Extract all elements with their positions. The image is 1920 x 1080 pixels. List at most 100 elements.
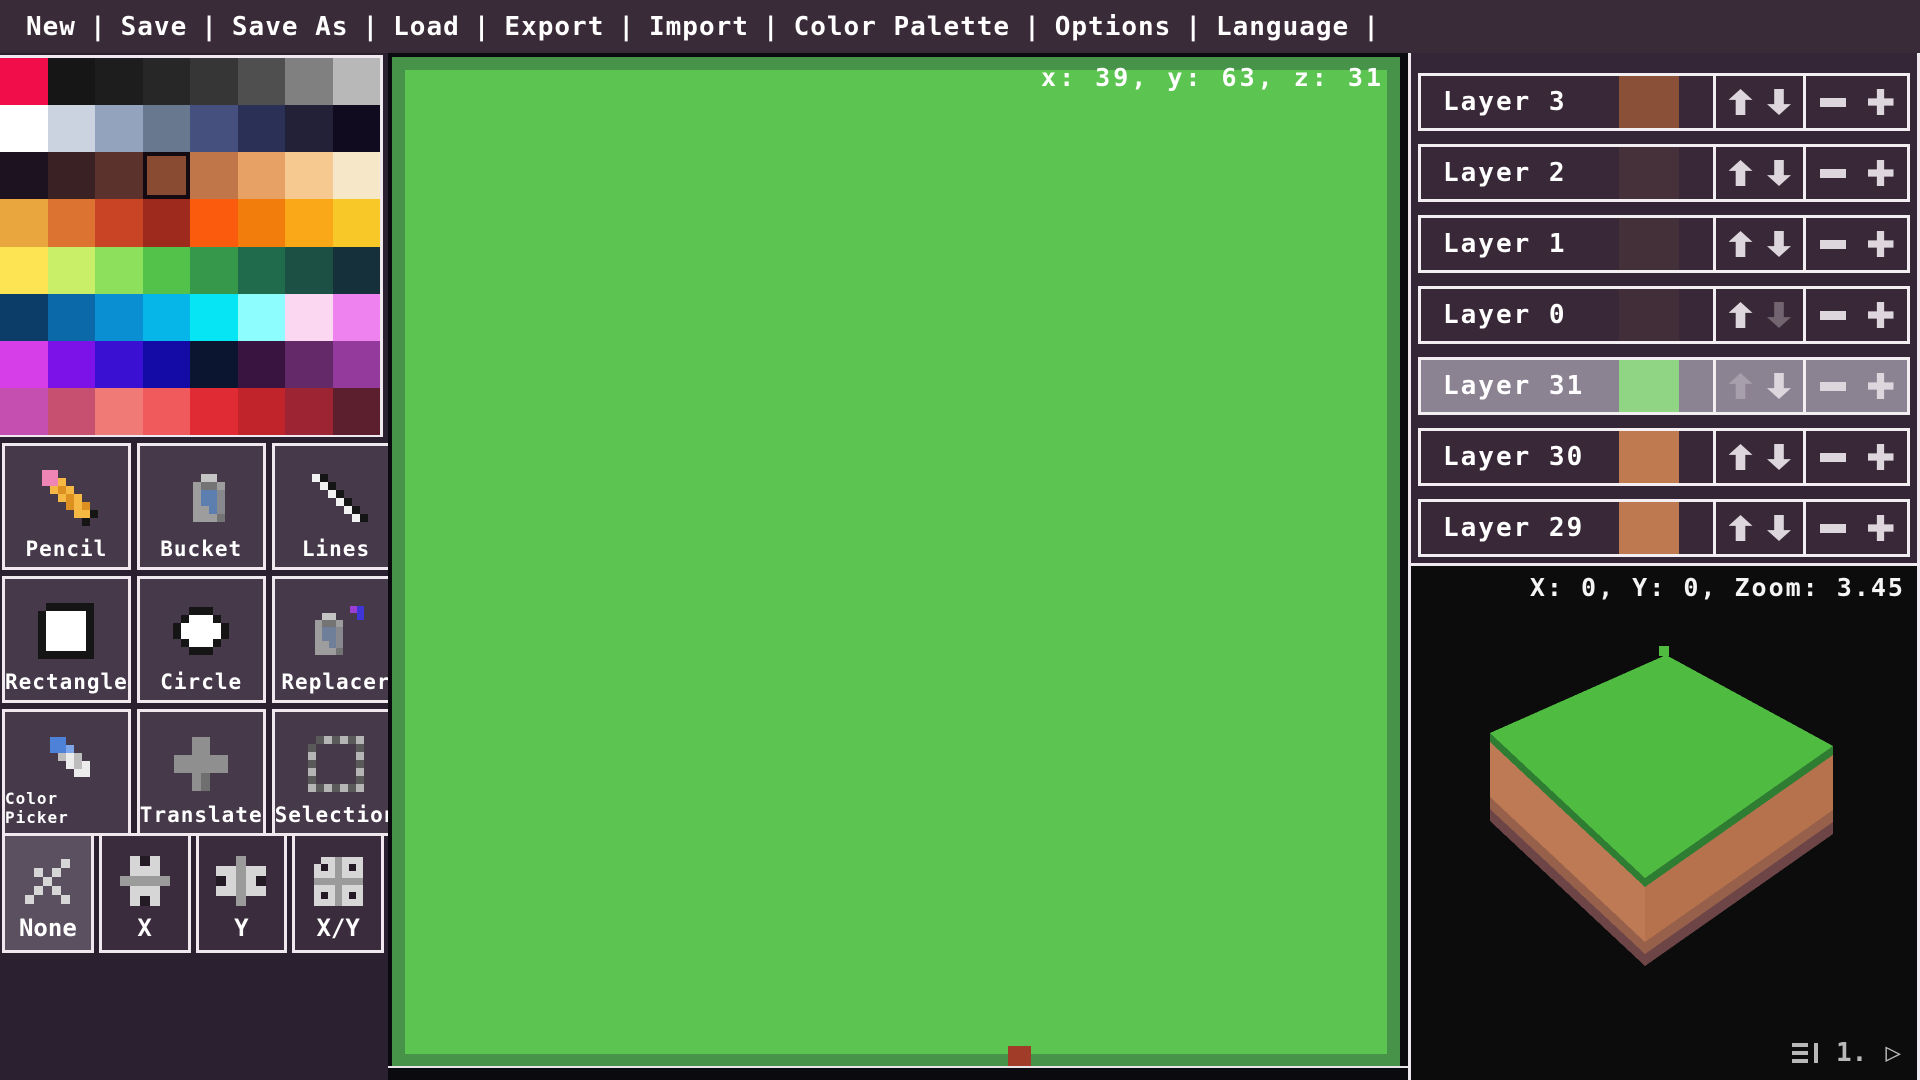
palette-color[interactable] — [285, 341, 333, 388]
palette-color[interactable] — [143, 388, 191, 435]
palette-color[interactable] — [285, 294, 333, 341]
layer-remove-button[interactable] — [1820, 169, 1846, 178]
layer-remove-button[interactable] — [1820, 240, 1846, 249]
layer-move-down-button[interactable] — [1767, 160, 1791, 186]
layer-move-up-button[interactable] — [1729, 444, 1753, 470]
layer-label-section[interactable]: Layer 1 — [1421, 218, 1713, 270]
layer-add-button[interactable] — [1868, 515, 1894, 541]
layer-remove-button[interactable] — [1820, 311, 1846, 320]
palette-color[interactable] — [0, 58, 48, 105]
palette-color[interactable] — [48, 341, 96, 388]
layer-move-up-button[interactable] — [1729, 515, 1753, 541]
palette-color[interactable] — [190, 247, 238, 294]
palette-color[interactable] — [48, 199, 96, 246]
palette-color[interactable] — [0, 247, 48, 294]
palette-color[interactable] — [48, 105, 96, 152]
layer-add-button[interactable] — [1868, 89, 1894, 115]
tool-button-selection[interactable]: Selection — [272, 709, 401, 836]
layer-remove-button[interactable] — [1820, 453, 1846, 462]
palette-color[interactable] — [0, 388, 48, 435]
mirror-button-y[interactable]: Y — [196, 833, 288, 953]
layer-move-up-button[interactable] — [1729, 231, 1753, 257]
layer-row-layer-0[interactable]: Layer 0 — [1418, 286, 1910, 344]
palette-color[interactable] — [0, 341, 48, 388]
menu-item-load[interactable]: Load — [381, 12, 472, 42]
palette-color[interactable] — [95, 294, 143, 341]
layer-label-section[interactable]: Layer 3 — [1421, 76, 1713, 128]
palette-color[interactable] — [333, 58, 381, 105]
palette-color[interactable] — [95, 388, 143, 435]
palette-color[interactable] — [0, 294, 48, 341]
layer-move-down-button[interactable] — [1767, 373, 1791, 399]
tool-button-pencil[interactable]: Pencil — [2, 443, 131, 570]
layer-row-layer-29[interactable]: Layer 29 — [1418, 499, 1910, 557]
layer-move-down-button[interactable] — [1767, 444, 1791, 470]
palette-color[interactable] — [238, 105, 286, 152]
layer-row-layer-1[interactable]: Layer 1 — [1418, 215, 1910, 273]
mirror-button-xy[interactable]: X/Y — [292, 833, 384, 953]
menu-item-export[interactable]: Export — [492, 12, 616, 42]
menu-item-save[interactable]: Save — [109, 12, 200, 42]
palette-color[interactable] — [143, 105, 191, 152]
palette-color[interactable] — [285, 388, 333, 435]
palette-color[interactable] — [238, 199, 286, 246]
layer-add-button[interactable] — [1868, 160, 1894, 186]
layer-row-layer-2[interactable]: Layer 2 — [1418, 144, 1910, 202]
menu-item-color-palette[interactable]: Color Palette — [782, 12, 1023, 42]
menu-item-new[interactable]: New — [14, 12, 88, 42]
palette-color[interactable] — [238, 341, 286, 388]
palette-color[interactable] — [333, 341, 381, 388]
menu-item-language[interactable]: Language — [1204, 12, 1361, 42]
menu-item-options[interactable]: Options — [1043, 12, 1184, 42]
layers-icon[interactable] — [1792, 1040, 1818, 1066]
layer-label-section[interactable]: Layer 31 — [1421, 360, 1713, 412]
palette-color[interactable] — [95, 152, 143, 199]
palette-color[interactable] — [285, 199, 333, 246]
tool-button-bucket[interactable]: Bucket — [137, 443, 266, 570]
layer-add-button[interactable] — [1868, 373, 1894, 399]
palette-color[interactable] — [285, 247, 333, 294]
palette-color[interactable] — [48, 294, 96, 341]
layer-move-down-button[interactable] — [1767, 89, 1791, 115]
preview-3d-panel[interactable]: X: 0, Y: 0, Zoom: 3.45 1. ▷ — [1411, 563, 1917, 1080]
layer-row-layer-3[interactable]: Layer 3 — [1418, 73, 1910, 131]
palette-color[interactable] — [143, 247, 191, 294]
layer-move-up-button[interactable] — [1729, 373, 1753, 399]
frame-icon[interactable]: 1. — [1836, 1040, 1867, 1066]
palette-color[interactable] — [143, 199, 191, 246]
layer-move-down-button[interactable] — [1767, 302, 1791, 328]
palette-color[interactable] — [0, 152, 48, 199]
tool-button-color-picker[interactable]: Color Picker — [2, 709, 131, 836]
palette-color[interactable] — [238, 152, 286, 199]
palette-color[interactable] — [190, 388, 238, 435]
palette-color[interactable] — [0, 105, 48, 152]
layer-remove-button[interactable] — [1820, 382, 1846, 391]
palette-color[interactable] — [48, 247, 96, 294]
layer-add-button[interactable] — [1868, 302, 1894, 328]
palette-color[interactable] — [95, 341, 143, 388]
palette-color[interactable] — [190, 294, 238, 341]
palette-color[interactable] — [333, 294, 381, 341]
palette-color[interactable] — [333, 105, 381, 152]
menu-item-import[interactable]: Import — [637, 12, 761, 42]
palette-color[interactable] — [333, 199, 381, 246]
layer-label-section[interactable]: Layer 2 — [1421, 147, 1713, 199]
drawing-canvas[interactable]: x: 39, y: 63, z: 31 — [392, 57, 1400, 1067]
palette-color[interactable] — [285, 58, 333, 105]
layer-label-section[interactable]: Layer 30 — [1421, 431, 1713, 483]
palette-color[interactable] — [95, 199, 143, 246]
palette-color[interactable] — [0, 199, 48, 246]
tool-button-translate[interactable]: Translate — [137, 709, 266, 836]
tool-button-circle[interactable]: Circle — [137, 576, 266, 703]
play-icon[interactable]: ▷ — [1885, 1040, 1901, 1066]
layer-move-up-button[interactable] — [1729, 89, 1753, 115]
mirror-button-none[interactable]: None — [2, 833, 94, 953]
palette-color[interactable] — [238, 247, 286, 294]
palette-color[interactable] — [48, 388, 96, 435]
tool-button-lines[interactable]: Lines — [272, 443, 401, 570]
palette-color[interactable] — [238, 388, 286, 435]
layer-label-section[interactable]: Layer 29 — [1421, 502, 1713, 554]
layer-remove-button[interactable] — [1820, 98, 1846, 107]
layer-add-button[interactable] — [1868, 444, 1894, 470]
palette-color[interactable] — [143, 341, 191, 388]
